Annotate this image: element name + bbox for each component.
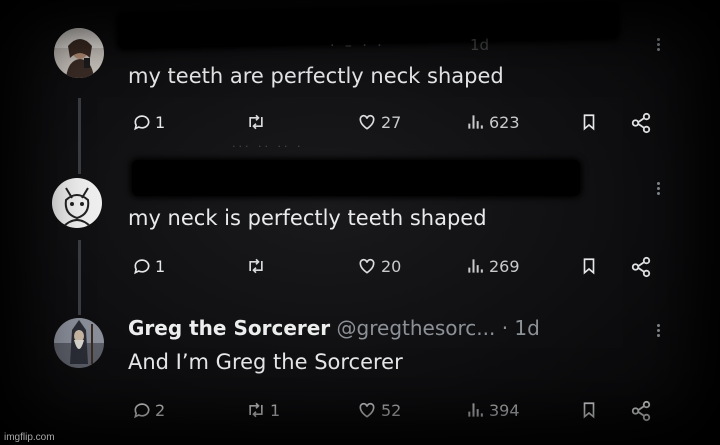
share-button[interactable] <box>630 256 652 278</box>
like-count: 27 <box>381 112 402 132</box>
tweet-text: my teeth are perfectly neck shaped <box>128 64 504 88</box>
share-icon <box>631 400 651 422</box>
share-icon <box>631 112 651 134</box>
like-count: 20 <box>381 256 402 276</box>
view-count: 269 <box>489 256 520 276</box>
reply-button[interactable]: 2 <box>132 400 165 420</box>
heart-icon <box>359 114 375 130</box>
reply-button[interactable]: 1 <box>132 256 165 276</box>
reply-button[interactable]: 1 <box>132 112 165 132</box>
views-button[interactable]: 623 <box>466 112 520 132</box>
tweet-header: Greg the Sorcerer @gregthesorc... · 1d <box>128 316 540 340</box>
retweet-icon <box>249 114 263 130</box>
tweet-text: my neck is perfectly teeth shaped <box>128 206 487 230</box>
watermark: imgflip.com <box>4 432 55 443</box>
like-button[interactable]: 52 <box>356 400 401 420</box>
avatar-sorcerer-icon <box>54 318 104 368</box>
thread-line <box>78 240 81 315</box>
author-handle[interactable]: @gregthesorc... <box>337 316 496 340</box>
retweet-icon <box>249 258 263 274</box>
views-icon <box>468 403 483 417</box>
avatar[interactable] <box>54 318 104 368</box>
more-options-button[interactable] <box>652 36 664 53</box>
more-options-button[interactable] <box>652 180 664 197</box>
retweet-button[interactable]: 1 <box>245 400 280 420</box>
tweet-actions: 1 27 623 <box>128 112 668 136</box>
avatar-drawing-icon <box>52 178 102 228</box>
thread-line <box>78 98 81 174</box>
redaction-bar <box>132 160 580 196</box>
retweet-button[interactable] <box>245 112 270 132</box>
partial-timestamp: 1d <box>470 36 490 54</box>
bookmark-button[interactable] <box>580 400 598 420</box>
like-button[interactable]: 20 <box>356 256 401 276</box>
bookmark-button[interactable] <box>580 112 598 132</box>
reply-count: 1 <box>155 256 166 276</box>
share-button[interactable] <box>630 112 652 134</box>
reply-count: 1 <box>155 112 166 132</box>
avatar[interactable] <box>52 178 102 228</box>
views-icon <box>468 115 483 129</box>
timestamp[interactable]: · 1d <box>502 316 540 340</box>
heart-icon <box>359 258 375 274</box>
reply-icon <box>134 115 150 131</box>
retweet-count: 1 <box>270 400 281 420</box>
reply-count: 2 <box>155 400 166 420</box>
like-button[interactable]: 27 <box>356 112 401 132</box>
retweet-button[interactable] <box>245 256 270 276</box>
retweet-icon <box>249 402 263 418</box>
view-count: 394 <box>489 400 520 420</box>
tweet-actions: 2 1 52 394 <box>128 400 668 424</box>
views-button[interactable]: 269 <box>466 256 520 276</box>
tweet-actions: 1 20 269 <box>128 256 668 280</box>
reply-icon <box>134 259 150 275</box>
share-icon <box>631 256 651 278</box>
bookmark-icon <box>583 402 595 419</box>
avatar-photo-icon <box>54 28 104 78</box>
redacted-header-remnant: · – · · <box>330 38 385 54</box>
reply-icon <box>134 403 150 419</box>
author-name[interactable]: Greg the Sorcerer <box>128 316 330 340</box>
views-icon <box>468 259 483 273</box>
tweet-text: And I’m Greg the Sorcerer <box>128 350 403 374</box>
like-count: 52 <box>381 400 402 420</box>
share-button[interactable] <box>630 400 652 422</box>
views-button[interactable]: 394 <box>466 400 520 420</box>
redacted-header-remnant: ··· ·· ·· · <box>232 140 304 153</box>
bookmark-icon <box>583 114 595 131</box>
avatar[interactable] <box>54 28 104 78</box>
heart-icon <box>359 402 375 418</box>
more-options-button[interactable] <box>652 322 664 339</box>
bookmark-button[interactable] <box>580 256 598 276</box>
view-count: 623 <box>489 112 520 132</box>
bookmark-icon <box>583 258 595 275</box>
